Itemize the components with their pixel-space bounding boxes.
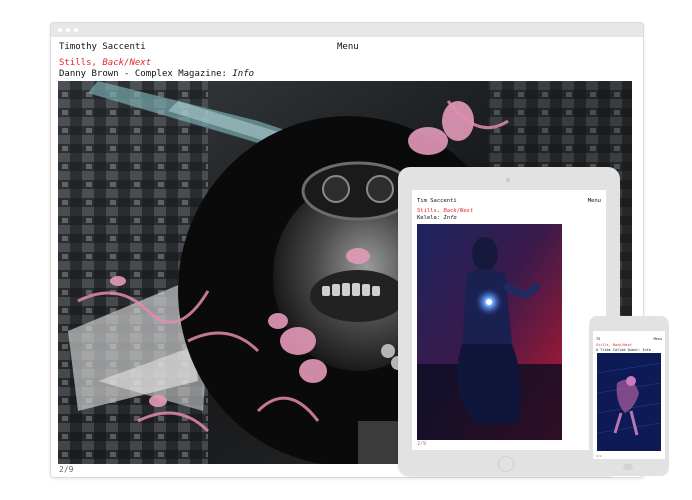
phone-artwork [597,353,661,451]
phone-home-indicator[interactable] [623,464,633,470]
tablet-back-next-link[interactable]: Back/Next [444,208,474,214]
image-counter: 2/9 [59,465,74,474]
tablet-screen: Tim Saccenti Menu Stills, Back/Next Kele… [412,190,606,450]
window-close-dot[interactable] [58,28,62,32]
phone-image-counter: 2/9 [596,454,602,458]
back-next-link[interactable]: Back/Next [102,58,151,68]
tablet-artwork [417,224,562,440]
gallery-nav: Stills, Back/Next [59,58,151,68]
menu-link[interactable]: Menu [337,42,359,52]
gallery-section-label: Stills, [59,58,103,68]
window-maximize-dot[interactable] [74,28,78,32]
tablet-camera [506,178,510,182]
tablet-gallery-section-label: Stills, [417,208,444,214]
phone-gallery-nav[interactable]: Stills, Back/Next [596,343,632,347]
showcase-stage: Timothy Saccenti Menu Stills, Back/Next … [0,0,692,500]
phone-site-header: TS Menu [596,337,662,341]
phone-photo[interactable] [597,353,661,451]
phone-screen: TS Menu Stills, Back/Next A Tribe Called… [593,331,665,459]
photo-caption: Danny Brown - Complex Magazine: Info [59,69,254,79]
phone-device: TS Menu Stills, Back/Next A Tribe Called… [589,316,669,476]
browser-title-bar [51,23,643,37]
tablet-site-header: Tim Saccenti Menu [417,198,601,204]
info-link[interactable]: Info [232,69,254,79]
tablet-menu-link[interactable]: Menu [588,198,601,204]
phone-photo-caption: A Tribe Called Quest: Info [596,348,651,352]
tablet-gallery-nav: Stills, Back/Next [417,208,473,214]
phone-site-title[interactable]: TS [596,337,600,341]
tablet-photo-caption: Kelela: Info [417,215,457,221]
site-header: Timothy Saccenti Menu [59,42,635,52]
caption-text: Danny Brown - Complex Magazine: [59,69,233,79]
phone-menu-link[interactable]: Menu [654,337,662,341]
tablet-image-counter: 2/9 [417,441,427,447]
tablet-home-button[interactable] [498,456,514,472]
window-minimize-dot[interactable] [66,28,70,32]
tablet-info-link[interactable]: Info [444,215,457,221]
tablet-site-title[interactable]: Tim Saccenti [417,198,457,204]
tablet-photo[interactable] [417,224,562,440]
tablet-device: Tim Saccenti Menu Stills, Back/Next Kele… [398,167,620,476]
tablet-caption-text: Kelela: [417,215,444,221]
